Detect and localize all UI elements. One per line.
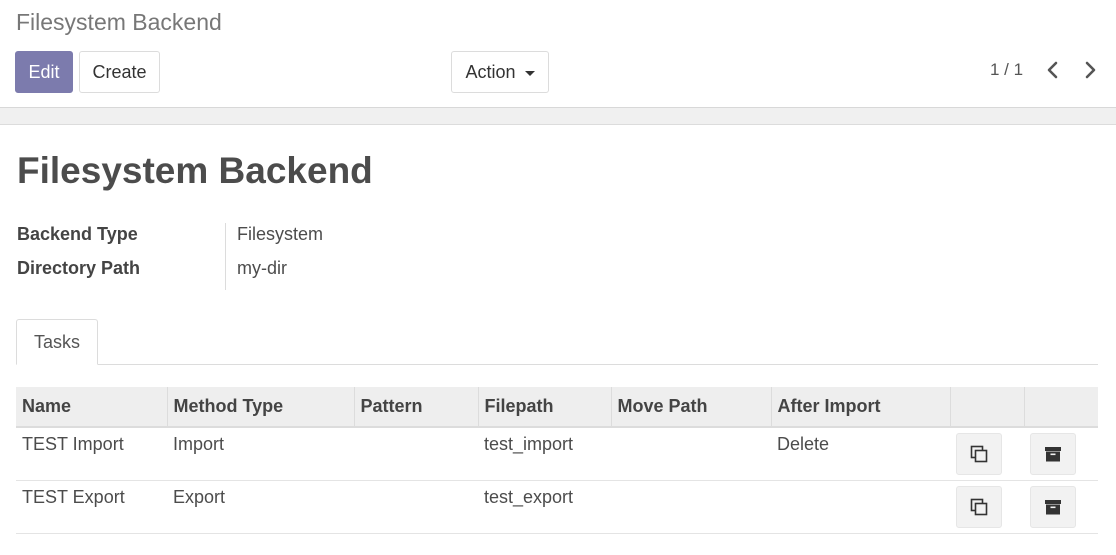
task-filepath[interactable]: test_import	[478, 427, 611, 481]
backend-type-label: Backend Type	[17, 224, 138, 244]
pager-previous-button[interactable]	[1041, 58, 1065, 82]
breadcrumb[interactable]: Filesystem Backend	[16, 9, 222, 36]
column-header-method-type[interactable]: Method Type	[166, 387, 354, 428]
pager-next-button[interactable]	[1078, 58, 1102, 82]
task-pattern[interactable]	[354, 427, 478, 481]
tabs-divider	[17, 364, 1098, 365]
task-method-type[interactable]: Import	[167, 427, 354, 481]
archive-button[interactable]	[1030, 433, 1076, 475]
record-title: Filesystem Backend	[17, 150, 373, 191]
copy-icon	[970, 445, 988, 463]
column-header-pattern[interactable]: Pattern	[353, 387, 478, 428]
archive-cell	[1024, 427, 1098, 481]
column-header-after-import[interactable]: After Import	[770, 387, 950, 428]
task-move-path[interactable]	[611, 480, 771, 534]
column-header-move-path[interactable]: Move Path	[610, 387, 771, 428]
control-panel: Filesystem Backend Edit Create Action 1 …	[0, 0, 1116, 108]
chevron-right-icon	[1085, 61, 1096, 79]
form-sheet: Filesystem Backend Backend Type Filesyst…	[0, 125, 1116, 555]
archive-icon	[1045, 447, 1061, 462]
table-row[interactable]: TEST Export Export test_export	[16, 480, 1098, 534]
archive-button[interactable]	[1030, 485, 1076, 528]
column-header-filepath[interactable]: Filepath	[477, 387, 611, 428]
copy-cell	[950, 480, 1024, 534]
directory-path-value: my-dir	[237, 258, 287, 278]
field-divider	[225, 223, 226, 290]
directory-path-label: Directory Path	[17, 258, 141, 278]
table-row[interactable]: TEST Import Import test_import Delete	[16, 427, 1098, 481]
archive-cell	[1024, 480, 1098, 534]
create-button[interactable]: Create	[79, 51, 160, 93]
tab-tasks[interactable]: Tasks	[16, 319, 98, 365]
task-after-import[interactable]: Delete	[771, 427, 950, 481]
column-header-archive	[1023, 387, 1098, 428]
task-pattern[interactable]	[354, 480, 478, 534]
task-name[interactable]: TEST Export	[16, 480, 167, 534]
column-header-name[interactable]: Name	[16, 387, 167, 428]
task-method-type[interactable]: Export	[167, 480, 354, 534]
edit-button[interactable]: Edit	[15, 51, 73, 93]
action-label: Action	[465, 61, 516, 82]
backend-type-value: Filesystem	[237, 224, 324, 244]
column-header-copy	[949, 387, 1024, 428]
copy-button[interactable]	[956, 433, 1002, 475]
task-filepath[interactable]: test_export	[478, 480, 611, 534]
caret-down-icon	[524, 70, 535, 76]
copy-icon	[970, 498, 988, 515]
copy-button[interactable]	[956, 485, 1002, 528]
action-dropdown-button[interactable]: Action	[451, 51, 549, 93]
chevron-left-icon	[1047, 61, 1058, 79]
task-name[interactable]: TEST Import	[16, 427, 167, 481]
archive-icon	[1045, 499, 1061, 514]
pager-value[interactable]: 1 / 1	[990, 60, 1023, 80]
form-background-band	[0, 108, 1116, 125]
copy-cell	[950, 427, 1024, 481]
table-header-row: Name Method Type Pattern Filepath Move P…	[16, 387, 1098, 428]
task-after-import[interactable]	[771, 480, 950, 534]
tasks-table: Name Method Type Pattern Filepath Move P…	[16, 387, 1098, 534]
task-move-path[interactable]	[611, 427, 771, 481]
